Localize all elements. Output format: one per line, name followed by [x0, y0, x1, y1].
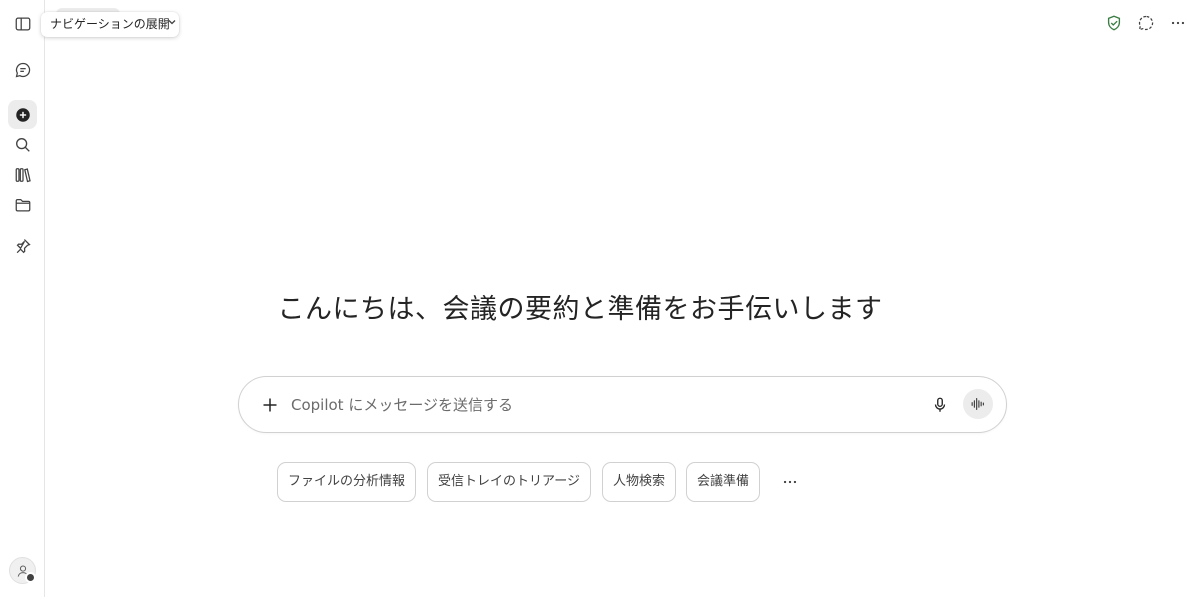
sidebar-toggle-button[interactable] [8, 9, 37, 38]
suggestion-chip-inbox-triage[interactable]: 受信トレイのトリアージ [427, 462, 591, 502]
suggestion-chip-file-analysis[interactable]: ファイルの分析情報 [277, 462, 416, 502]
more-options-button[interactable] [1167, 12, 1189, 34]
shield-check-icon [1107, 15, 1121, 31]
pin-button[interactable] [8, 231, 37, 260]
new-chat-button[interactable] [8, 100, 37, 129]
chat-expand-button[interactable] [1135, 12, 1157, 34]
plus-circle-icon [15, 107, 30, 122]
search-button[interactable] [8, 130, 37, 159]
sidebar [0, 0, 45, 597]
voice-waveform-icon [971, 398, 984, 410]
plus-icon [263, 398, 277, 412]
library-button[interactable] [8, 160, 37, 189]
library-icon [15, 167, 31, 182]
more-suggestions-button[interactable] [778, 472, 802, 492]
message-input[interactable] [291, 391, 891, 419]
chat-button[interactable] [8, 55, 37, 84]
search-icon [15, 137, 30, 152]
status-badge [25, 572, 36, 583]
dictation-button[interactable] [929, 394, 951, 416]
sidebar-panel-icon [15, 17, 30, 30]
suggestion-chip-meeting-prep[interactable]: 会議準備 [686, 462, 760, 502]
chat-bubble-icon [15, 62, 30, 77]
more-horizontal-icon [783, 480, 797, 484]
message-composer [238, 376, 1007, 433]
chevron-down-icon [168, 20, 176, 25]
suggestion-chip-people-search[interactable]: 人物検索 [602, 462, 676, 502]
add-attachment-button[interactable] [259, 394, 281, 416]
voice-mode-button[interactable] [963, 389, 993, 419]
microphone-icon [934, 397, 946, 412]
chat-expand-icon [1138, 15, 1154, 31]
folder-button[interactable] [8, 190, 37, 219]
folder-icon [15, 198, 30, 211]
expand-navigation-tooltip: ナビゲーションの展開 [41, 12, 179, 37]
greeting-heading: こんにちは、会議の要約と準備をお手伝いします [277, 294, 883, 325]
pin-icon [16, 238, 31, 253]
protection-button[interactable] [1103, 12, 1125, 34]
more-horizontal-icon [1171, 21, 1185, 25]
